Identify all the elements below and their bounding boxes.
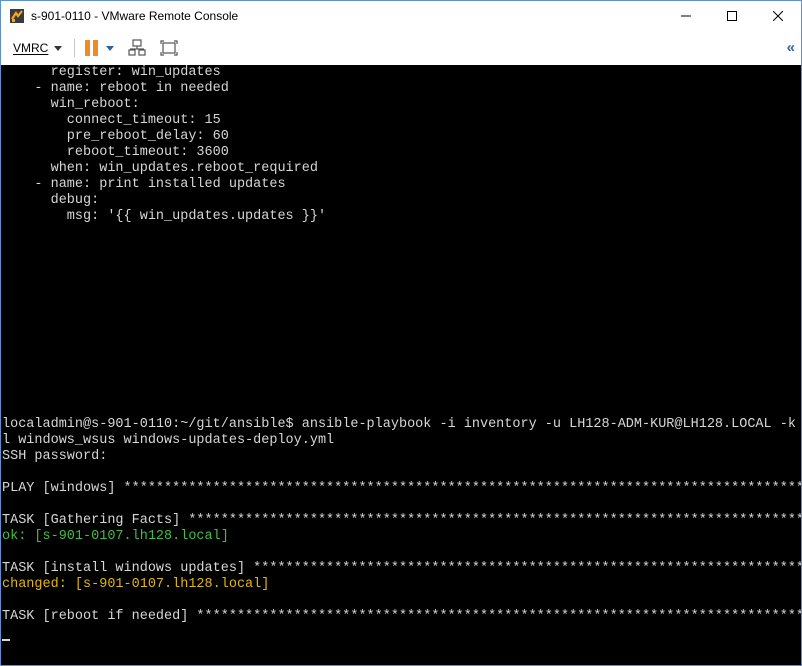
fullscreen-icon bbox=[160, 40, 178, 56]
toolbar-divider bbox=[74, 39, 76, 57]
terminal-line: l windows_wsus windows-updates-deploy.ym… bbox=[2, 433, 335, 448]
chevron-down-icon bbox=[54, 45, 63, 51]
terminal-line: localadmin@s-901-0110:~/git/ansible$ ans… bbox=[2, 417, 801, 432]
terminal-line: PLAY [windows] *************************… bbox=[2, 481, 801, 496]
network-devices-icon bbox=[128, 39, 146, 56]
maximize-button[interactable] bbox=[709, 1, 755, 31]
close-button[interactable] bbox=[755, 1, 801, 31]
terminal-line: connect_timeout: 15 bbox=[2, 113, 221, 128]
send-ctrl-alt-del-button[interactable] bbox=[128, 39, 146, 57]
terminal-cursor-line bbox=[2, 625, 801, 641]
terminal-line: pre_reboot_delay: 60 bbox=[2, 129, 229, 144]
collapse-toolbar-button[interactable]: « bbox=[787, 39, 795, 56]
terminal-line: ok: [s-901-0107.lh128.local] bbox=[2, 529, 229, 544]
terminal-line: SSH password: bbox=[2, 449, 108, 464]
terminal-line: reboot_timeout: 3600 bbox=[2, 145, 229, 160]
terminal-line: TASK [reboot if needed] ****************… bbox=[2, 609, 801, 624]
window-controls bbox=[663, 1, 801, 31]
terminal-output: register: win_updates - name: reboot in … bbox=[1, 65, 801, 641]
terminal-line: when: win_updates.reboot_required bbox=[2, 161, 318, 176]
title-bar[interactable]: s-901-0110 - VMware Remote Console bbox=[1, 1, 801, 31]
terminal-line: TASK [Gathering Facts] *****************… bbox=[2, 513, 801, 528]
terminal-line: TASK [install windows updates] *********… bbox=[2, 561, 801, 576]
terminal-line: changed: [s-901-0107.lh128.local] bbox=[2, 577, 270, 592]
terminal-line: - name: print installed updates bbox=[2, 177, 286, 192]
vmrc-app-icon bbox=[9, 8, 25, 24]
vm-console-screen[interactable]: register: win_updates - name: reboot in … bbox=[1, 65, 801, 665]
terminal-line: register: win_updates bbox=[2, 65, 221, 80]
pause-icon bbox=[85, 40, 99, 56]
terminal-cursor bbox=[2, 639, 10, 641]
maximize-icon bbox=[727, 11, 737, 21]
close-icon bbox=[773, 11, 783, 21]
vmrc-menu-button[interactable]: VMRC bbox=[13, 41, 63, 55]
terminal-line: - name: reboot in needed bbox=[2, 81, 229, 96]
terminal-line: msg: '{{ win_updates.updates }}' bbox=[2, 209, 327, 224]
vmrc-menu-label: VMRC bbox=[13, 41, 49, 55]
terminal-line: win_reboot: bbox=[2, 97, 140, 112]
power-options-chevron-icon[interactable] bbox=[106, 45, 115, 51]
window-title: s-901-0110 - VMware Remote Console bbox=[31, 9, 239, 23]
minimize-icon bbox=[681, 15, 691, 17]
minimize-button[interactable] bbox=[663, 1, 709, 31]
vmrc-window: s-901-0110 - VMware Remote Console VMRC bbox=[0, 0, 802, 666]
toolbar: VMRC « bbox=[1, 31, 801, 66]
terminal-line: debug: bbox=[2, 193, 100, 208]
pause-button[interactable] bbox=[85, 40, 115, 56]
fullscreen-button[interactable] bbox=[160, 39, 178, 57]
